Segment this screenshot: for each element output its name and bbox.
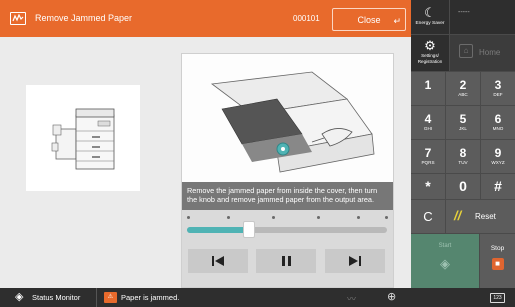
step-marker bbox=[187, 216, 190, 219]
close-button[interactable]: Close ↵ bbox=[332, 8, 406, 31]
key-digit: 0 bbox=[459, 178, 467, 194]
keyboard-icon[interactable]: 123 bbox=[490, 293, 505, 303]
instruction-caption: Remove the jammed paper from inside the … bbox=[182, 182, 393, 210]
key-7[interactable]: 7 PQRS bbox=[411, 140, 445, 173]
key-3[interactable]: 3 DEF bbox=[481, 72, 515, 105]
jam-removal-illustration bbox=[182, 54, 393, 182]
home-icon: ⌂ bbox=[459, 44, 473, 58]
step-slider[interactable] bbox=[182, 210, 393, 242]
key-digit: 6 bbox=[494, 112, 502, 126]
network-icon[interactable]: ⊕ bbox=[387, 290, 396, 303]
status-message: Paper is jammed. bbox=[121, 293, 180, 302]
pause-button[interactable] bbox=[256, 249, 316, 273]
divider bbox=[96, 288, 97, 307]
stop-label: Stop bbox=[490, 245, 505, 252]
key-letters: ABC bbox=[458, 92, 468, 97]
home-button[interactable]: ⌂ Home bbox=[450, 35, 515, 71]
return-icon: ↵ bbox=[393, 16, 401, 26]
reset-label: Reset bbox=[475, 212, 496, 221]
key-0[interactable]: 0 bbox=[446, 174, 480, 199]
key-letters: JKL bbox=[459, 126, 467, 131]
key-digit: 3 bbox=[494, 78, 502, 92]
login-display: ----- bbox=[450, 0, 515, 34]
step-marker bbox=[317, 216, 320, 219]
slider-progress bbox=[187, 227, 249, 233]
status-monitor-icon: ◈ bbox=[15, 291, 24, 303]
key-5[interactable]: 5 JKL bbox=[446, 106, 480, 139]
key-asterisk[interactable]: * bbox=[411, 174, 445, 199]
clear-button[interactable]: C bbox=[411, 200, 445, 233]
login-text: ----- bbox=[458, 9, 470, 16]
energy-saver-label: Energy Saver bbox=[415, 21, 445, 26]
instruction-panel: Remove the jammed paper from inside the … bbox=[181, 53, 394, 288]
settings-label-line2: Registration bbox=[417, 58, 443, 64]
screen: Remove Jammed Paper 000101 Close ↵ Remov… bbox=[0, 0, 515, 307]
key-digit: 7 bbox=[424, 146, 432, 160]
key-hash[interactable]: # bbox=[481, 174, 515, 199]
key-digit: * bbox=[425, 178, 431, 194]
key-digit: 9 bbox=[494, 146, 502, 160]
key-digit: 5 bbox=[459, 112, 467, 126]
previous-step-button[interactable] bbox=[188, 249, 248, 273]
start-label: Start bbox=[438, 243, 452, 249]
skip-previous-icon bbox=[212, 255, 224, 267]
settings-registration-button[interactable]: ⚙ Settings/ Registration bbox=[411, 35, 449, 71]
moon-icon: ☾ bbox=[424, 5, 436, 20]
home-label: Home bbox=[479, 48, 501, 57]
step-marker bbox=[272, 216, 275, 219]
key-2[interactable]: 2 ABC bbox=[446, 72, 480, 105]
key-8[interactable]: 8 TUV bbox=[446, 140, 480, 173]
key-letters: PQRS bbox=[421, 160, 435, 165]
wireless-signal-icon: 〰 bbox=[347, 294, 357, 304]
reset-button[interactable]: // Reset bbox=[446, 200, 515, 233]
key-digit: # bbox=[494, 178, 502, 194]
key-letters: MNO bbox=[492, 126, 504, 131]
energy-saver-button[interactable]: ☾ Energy Saver bbox=[411, 0, 449, 34]
key-letters: TUV bbox=[458, 160, 468, 165]
page-title: Remove Jammed Paper bbox=[35, 13, 133, 23]
step-marker bbox=[357, 216, 360, 219]
paper-jam-icon bbox=[10, 12, 26, 25]
clear-label: C bbox=[423, 209, 433, 224]
next-step-button[interactable] bbox=[325, 249, 385, 273]
skip-next-icon bbox=[349, 255, 361, 267]
status-monitor-label: Status Monitor bbox=[32, 293, 81, 302]
key-digit: 1 bbox=[424, 78, 432, 92]
status-monitor-button[interactable]: ◈ Status Monitor bbox=[0, 288, 96, 307]
status-bar: ◈ Status Monitor ⚠ Paper is jammed. 〰 ⊕ … bbox=[0, 288, 515, 307]
key-digit: 2 bbox=[459, 78, 467, 92]
slider-track[interactable] bbox=[187, 227, 387, 233]
title-bar: Remove Jammed Paper 000101 Close ↵ bbox=[0, 0, 411, 37]
control-panel: ☾ Energy Saver ----- ⚙ Settings/ Registr… bbox=[411, 0, 515, 288]
key-letters: WXYZ bbox=[491, 160, 505, 165]
slider-knob[interactable] bbox=[243, 221, 255, 238]
key-1[interactable]: 1 bbox=[411, 72, 445, 105]
step-marker bbox=[227, 216, 230, 219]
key-4[interactable]: 4 GHI bbox=[411, 106, 445, 139]
job-number: 000101 bbox=[293, 14, 320, 23]
printer-location-illustration bbox=[26, 85, 140, 191]
paper-jam-status-icon: ⚠ bbox=[104, 292, 117, 303]
key-digit: 4 bbox=[424, 112, 432, 126]
key-6[interactable]: 6 MNO bbox=[481, 106, 515, 139]
stop-button[interactable]: Stop ■ bbox=[480, 234, 515, 288]
start-icon: ◈ bbox=[440, 256, 450, 271]
pause-icon bbox=[281, 255, 291, 267]
key-letters: DEF bbox=[493, 92, 503, 97]
gear-icon: ⚙ bbox=[424, 38, 436, 53]
key-digit: 8 bbox=[459, 146, 467, 160]
step-marker bbox=[385, 216, 388, 219]
key-9[interactable]: 9 WXYZ bbox=[481, 140, 515, 173]
key-letters: GHI bbox=[423, 126, 433, 131]
reset-icon: // bbox=[454, 208, 462, 223]
start-button[interactable]: Start ◈ bbox=[411, 234, 479, 288]
stop-icon: ■ bbox=[491, 258, 504, 270]
main-content: Remove the jammed paper from inside the … bbox=[0, 37, 411, 288]
